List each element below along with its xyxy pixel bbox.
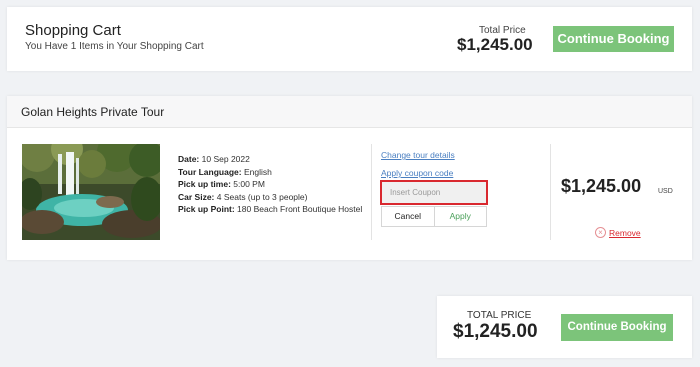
- detail-language: Tour Language: English: [178, 166, 272, 177]
- tour-item-card: Golan Heights Private Tour Date: 10 Sep …: [7, 96, 692, 260]
- coupon-input[interactable]: Insert Coupon: [380, 180, 488, 205]
- detail-pickup-point: Pick up Point: 180 Beach Front Boutique …: [178, 204, 363, 214]
- coupon-apply-button[interactable]: Apply: [435, 207, 487, 226]
- detail-car-size: Car Size: 4 Seats (up to 3 people): [178, 191, 308, 202]
- cart-header-card: Shopping Cart You Have 1 Items in Your S…: [7, 7, 692, 71]
- change-tour-details-link[interactable]: Change tour details: [381, 150, 455, 160]
- waterfall-image: [22, 144, 160, 240]
- divider: [371, 144, 372, 240]
- tour-name: Golan Heights Private Tour: [21, 105, 165, 119]
- footer-total-value: $1,245.00: [453, 321, 538, 342]
- remove-item-button[interactable]: × Remove: [595, 227, 641, 239]
- footer-total-card: TOTAL PRICE $1,245.00 Continue Booking: [437, 296, 692, 358]
- tour-photo: [22, 144, 160, 240]
- footer-continue-booking-button[interactable]: Continue Booking: [561, 314, 673, 341]
- divider: [550, 144, 551, 240]
- cart-item-count: You Have 1 Items in Your Shopping Cart: [25, 41, 204, 52]
- apply-coupon-link[interactable]: Apply coupon code: [381, 168, 453, 178]
- item-price: $1,245.00: [561, 176, 642, 196]
- total-price-value: $1,245.00: [457, 35, 533, 54]
- coupon-cancel-button[interactable]: Cancel: [382, 207, 435, 226]
- tour-item-header: Golan Heights Private Tour: [7, 96, 692, 128]
- item-currency: USD: [658, 188, 673, 195]
- detail-pickup-time: Pick up time: 5:00 PM: [178, 179, 265, 189]
- continue-booking-button[interactable]: Continue Booking: [553, 26, 674, 52]
- remove-label: Remove: [609, 227, 641, 238]
- coupon-actions: Cancel Apply: [381, 206, 487, 227]
- close-circle-icon: ×: [595, 227, 606, 239]
- footer-total-label: TOTAL PRICE: [467, 310, 532, 321]
- detail-date: Date: 10 Sep 2022: [178, 154, 250, 164]
- page-title: Shopping Cart: [25, 22, 121, 39]
- tour-details: Date: 10 Sep 2022 Tour Language: English…: [178, 153, 368, 216]
